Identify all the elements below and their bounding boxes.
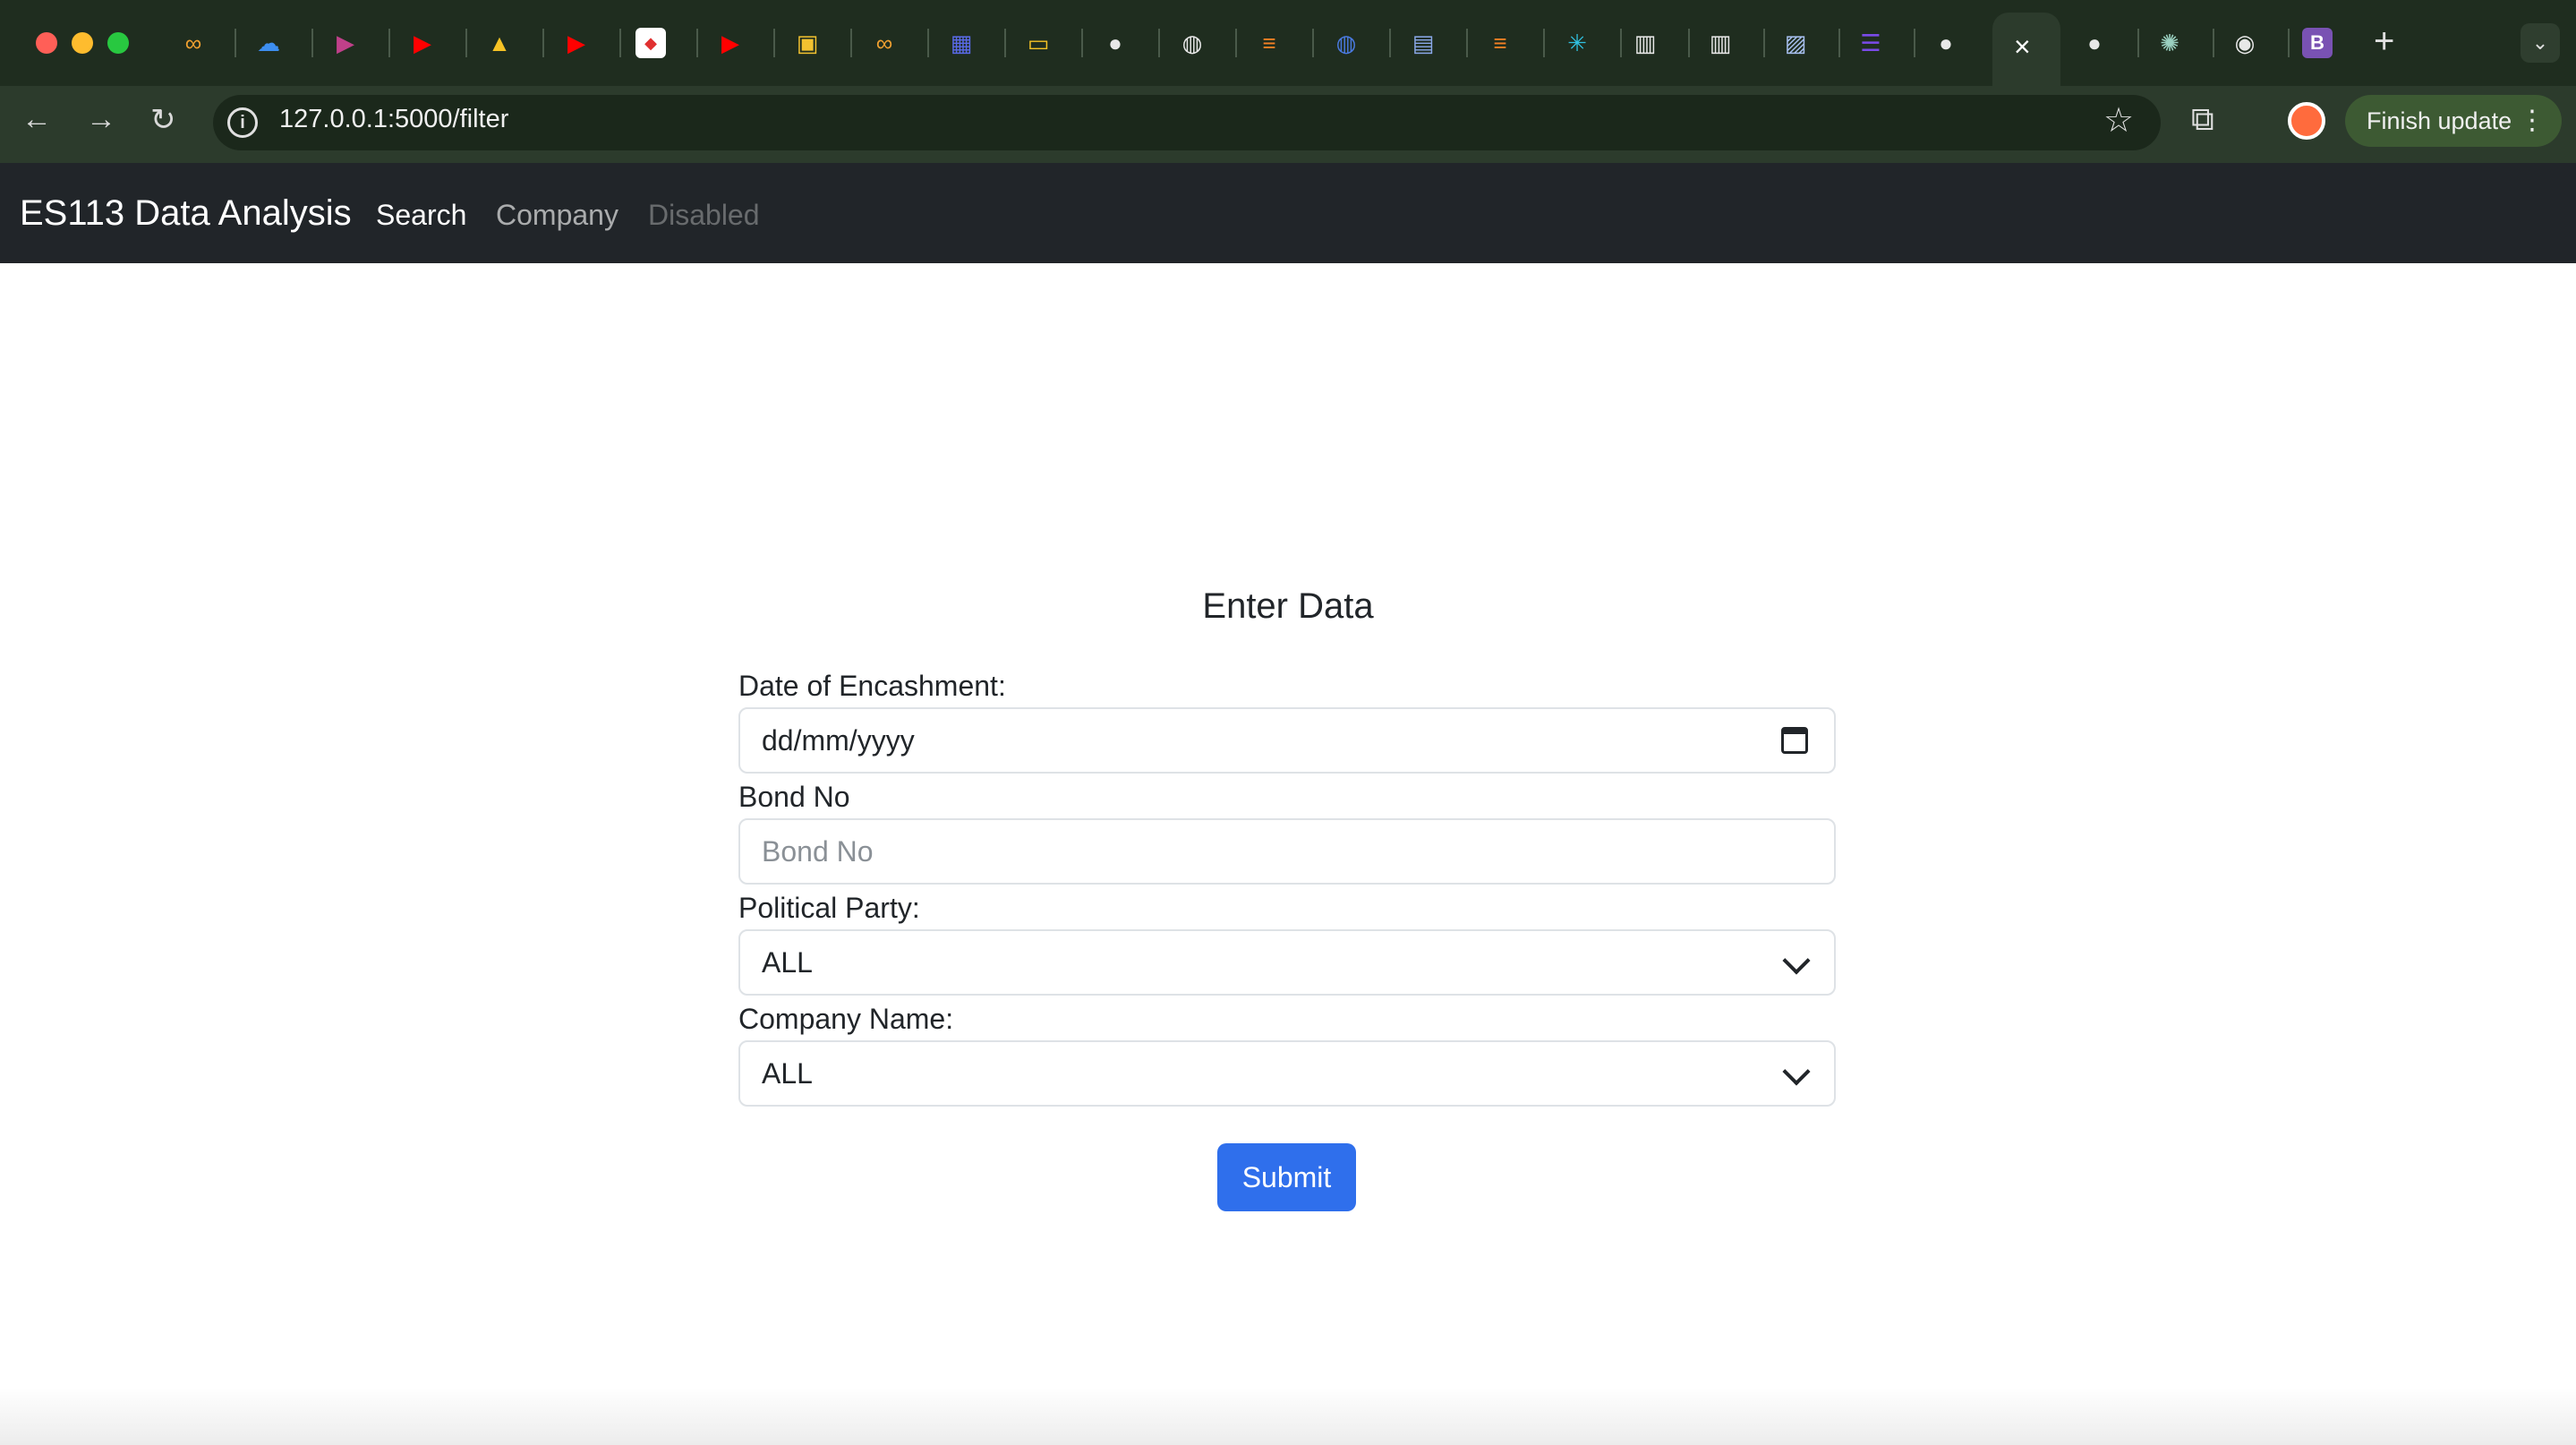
avatar[interactable]	[2288, 102, 2325, 140]
browser-tabstrip	[0, 0, 2576, 86]
form-title: Enter Data	[1202, 586, 1374, 626]
finish-update-button[interactable]: Finish update ⋮	[2345, 95, 2562, 147]
tab-separator	[2288, 29, 2290, 57]
book-icon[interactable]: ▥	[1627, 25, 1663, 61]
drive-icon[interactable]: ▲	[482, 25, 517, 61]
bond-no-label: Bond No	[738, 781, 850, 813]
tab-separator	[311, 29, 313, 57]
youtube-icon[interactable]: ▶	[559, 25, 594, 61]
tab-separator	[1688, 29, 1690, 57]
date-input[interactable]: dd/mm/yyyy	[738, 707, 1836, 774]
company-name-value: ALL	[762, 1057, 813, 1090]
tab-separator	[1081, 29, 1083, 57]
maximize-window-button[interactable]	[107, 32, 129, 54]
tab-separator	[773, 29, 775, 57]
chevron-down-icon[interactable]: ⌄	[2521, 23, 2560, 63]
calendar-icon[interactable]	[1781, 727, 1808, 754]
tab-separator	[696, 29, 698, 57]
terminal-icon[interactable]: ▤	[1405, 25, 1441, 61]
political-party-value: ALL	[762, 946, 813, 979]
political-party-label: Political Party:	[738, 892, 920, 924]
bootstrap-icon[interactable]: B	[2302, 28, 2333, 58]
tab-separator	[1620, 29, 1622, 57]
minimize-window-button[interactable]	[72, 32, 93, 54]
github-icon[interactable]: ●	[2077, 25, 2112, 61]
asterisk-icon[interactable]: ✳	[1559, 25, 1595, 61]
back-icon[interactable]: ←	[21, 102, 52, 137]
web-icon[interactable]: ◆	[635, 28, 666, 58]
play-icon[interactable]: ▶	[328, 25, 363, 61]
tab-separator	[235, 29, 236, 57]
date-placeholder: dd/mm/yyyy	[762, 724, 915, 757]
active-tab[interactable]: ×	[1992, 13, 2060, 86]
tab-separator	[1235, 29, 1237, 57]
globe-icon[interactable]: ◍	[1328, 25, 1364, 61]
tab-separator	[542, 29, 544, 57]
tab-separator	[1543, 29, 1545, 57]
navbar-brand[interactable]: ES113 Data Analysis	[20, 193, 352, 234]
nav-link-company[interactable]: Company	[496, 199, 618, 232]
extensions-icon[interactable]: ⧉	[2191, 100, 2214, 139]
info-icon[interactable]: i	[227, 107, 258, 138]
github-icon[interactable]: ●	[1928, 25, 1964, 61]
tab-separator	[1389, 29, 1391, 57]
globe-icon[interactable]: ◍	[1174, 25, 1210, 61]
youtube-icon[interactable]: ▶	[712, 25, 748, 61]
more-menu-icon[interactable]: ⋮	[2519, 95, 2546, 147]
date-label: Date of Encashment:	[738, 670, 1006, 702]
tab-separator	[1838, 29, 1840, 57]
tab-separator	[1763, 29, 1765, 57]
close-tab-icon[interactable]: ×	[2014, 30, 2031, 64]
political-party-select[interactable]: ALL	[738, 929, 1836, 996]
stackoverflow-icon[interactable]: ≡	[1251, 25, 1287, 61]
forward-icon[interactable]: →	[86, 102, 116, 137]
tab-separator	[1914, 29, 1915, 57]
tab-separator	[1312, 29, 1314, 57]
infinity-icon[interactable]: ∞	[866, 25, 902, 61]
tab-separator	[1466, 29, 1468, 57]
reload-icon[interactable]: ↻	[150, 102, 176, 138]
openai-icon[interactable]: ✺	[2152, 25, 2188, 61]
layout-icon[interactable]: ▦	[943, 25, 979, 61]
close-window-button[interactable]	[36, 32, 57, 54]
finish-update-label: Finish update	[2367, 107, 2512, 134]
slides-icon[interactable]: ▭	[1020, 25, 1056, 61]
photo-icon[interactable]: ▣	[789, 25, 825, 61]
github-icon[interactable]: ●	[1097, 25, 1133, 61]
company-name-select[interactable]: ALL	[738, 1040, 1836, 1107]
tab-separator	[1004, 29, 1006, 57]
tab-separator	[2213, 29, 2214, 57]
new-tab-button[interactable]: +	[2374, 21, 2394, 62]
nav-link-search[interactable]: Search	[376, 199, 466, 232]
tab-separator	[2137, 29, 2139, 57]
tab-separator	[619, 29, 621, 57]
url-text[interactable]: 127.0.0.1:5000/filter	[279, 105, 508, 134]
nav-link-disabled: Disabled	[648, 199, 760, 231]
youtube-icon[interactable]: ▶	[405, 25, 440, 61]
image-icon[interactable]: ▨	[1778, 25, 1813, 61]
stackoverflow-icon[interactable]: ≡	[1482, 25, 1518, 61]
star-icon[interactable]: ☆	[2103, 100, 2134, 141]
company-name-label: Company Name:	[738, 1003, 954, 1035]
bond-no-placeholder: Bond No	[762, 835, 874, 868]
tab-separator	[388, 29, 390, 57]
book-icon[interactable]: ▥	[1702, 25, 1738, 61]
tab-separator	[927, 29, 929, 57]
tab-separator	[850, 29, 852, 57]
chrome-icon[interactable]: ◉	[2227, 25, 2263, 61]
tab-separator	[1158, 29, 1160, 57]
window-bottom-edge	[0, 1388, 2576, 1445]
cloud-icon[interactable]: ☁	[251, 25, 286, 61]
submit-button[interactable]: Submit	[1217, 1143, 1356, 1211]
list-icon[interactable]: ☰	[1853, 25, 1889, 61]
infinity-icon[interactable]: ∞	[175, 25, 211, 61]
bond-no-input[interactable]: Bond No	[738, 818, 1836, 885]
tab-separator	[465, 29, 467, 57]
